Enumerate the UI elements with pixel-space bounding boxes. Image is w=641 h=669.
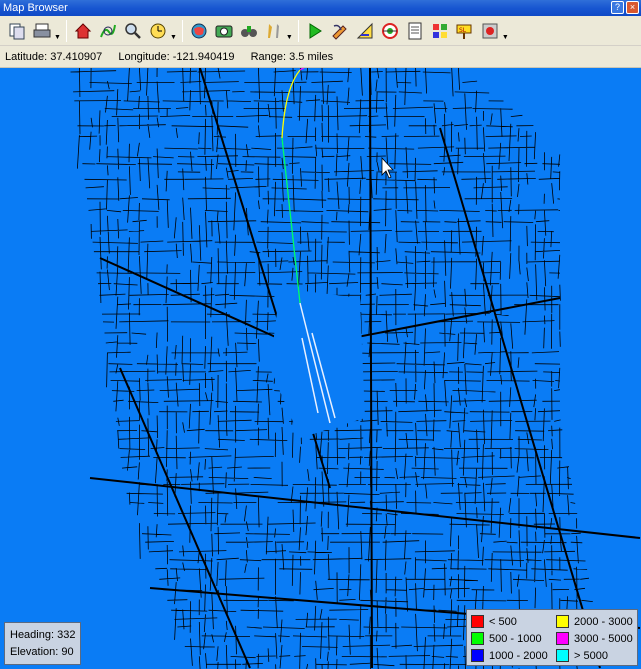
notepad-button[interactable] — [404, 20, 426, 42]
pencil-path-icon — [332, 24, 347, 40]
pencil-path-button[interactable] — [329, 20, 351, 42]
major-road — [369, 68, 373, 669]
dropdown-arrow-icon[interactable]: ▼ — [170, 34, 177, 45]
map-view[interactable] — [0, 68, 641, 669]
play-icon — [309, 22, 322, 39]
toolbar-separator — [297, 19, 299, 42]
legend-swatch — [556, 632, 569, 645]
dropdown-arrow-icon[interactable]: ▼ — [286, 34, 293, 45]
camera-button[interactable] — [213, 20, 235, 42]
legend-label: < 500 — [489, 615, 517, 628]
elevation-readout: Elevation: 90 — [10, 646, 74, 658]
legend-swatch — [556, 649, 569, 662]
legend-label: 500 - 1000 — [489, 632, 542, 645]
tools-icon — [267, 23, 279, 38]
heading-readout: Heading: 332 — [10, 629, 76, 641]
toolbar-separator — [65, 19, 67, 42]
legend-label: 2000 - 3000 — [574, 615, 633, 628]
binoculars-button[interactable] — [238, 20, 260, 42]
legend-item: 500 - 1000 — [471, 630, 553, 647]
legend-item: 2000 - 3000 — [556, 613, 638, 630]
svg-text:SL: SL — [459, 27, 467, 34]
coordinate-readout: Latitude: 37.410907 Longitude: -121.9404… — [0, 46, 641, 68]
toolbar-separator — [181, 19, 183, 42]
airport-area — [270, 288, 365, 438]
toolbar: ▼ ▼ ▼ SL ▼ — [0, 16, 641, 46]
tools-button[interactable] — [263, 20, 285, 42]
clock-button[interactable] — [147, 20, 169, 42]
legend-swatch — [471, 649, 484, 662]
flight-path — [281, 69, 301, 139]
legend-item: 1000 - 2000 — [471, 647, 553, 664]
print-button[interactable] — [31, 20, 53, 42]
range-readout: Range: 3.5 miles — [250, 51, 334, 63]
target-icon — [381, 22, 398, 39]
major-road — [119, 367, 251, 669]
sign-button[interactable]: SL — [454, 20, 476, 42]
legend-swatch — [556, 615, 569, 628]
play-button[interactable] — [304, 20, 326, 42]
major-road — [439, 127, 601, 669]
grid-palette-button[interactable] — [429, 20, 451, 42]
title-bar[interactable]: Map Browser ? × — [0, 0, 641, 16]
home-button[interactable] — [72, 20, 94, 42]
latitude-readout: Latitude: 37.410907 — [5, 51, 103, 63]
heading-elevation-panel: Heading: 332 Elevation: 90 — [4, 622, 81, 665]
window-title: Map Browser — [3, 2, 68, 14]
record-button[interactable] — [479, 20, 501, 42]
print-icon — [33, 23, 51, 37]
legend-label: 1000 - 2000 — [489, 649, 548, 662]
legend-label: > 5000 — [574, 649, 608, 662]
clock-icon — [150, 23, 166, 38]
home-icon — [74, 22, 92, 38]
dropdown-arrow-icon[interactable]: ▼ — [54, 34, 61, 45]
copy-pages-button[interactable] — [6, 20, 28, 42]
globe-icon — [191, 23, 207, 38]
route-icon — [99, 24, 116, 37]
target-button[interactable] — [379, 20, 401, 42]
road-network — [70, 68, 641, 669]
magnifier-icon — [125, 22, 141, 39]
sign-icon: SL — [456, 24, 472, 39]
help-button[interactable]: ? — [611, 1, 624, 14]
legend-swatch — [471, 632, 484, 645]
ruler-button[interactable] — [354, 20, 376, 42]
dropdown-arrow-icon[interactable]: ▼ — [502, 34, 509, 45]
magnifier-button[interactable] — [122, 20, 144, 42]
elevation-legend: < 500 2000 - 3000 500 - 1000 3000 - 5000 100… — [466, 609, 638, 666]
camera-icon — [215, 25, 233, 37]
route-button[interactable] — [97, 20, 119, 42]
grid-palette-icon — [432, 23, 447, 38]
flight-path — [299, 68, 305, 71]
copy-pages-icon — [9, 23, 25, 39]
legend-label: 3000 - 5000 — [574, 632, 633, 645]
record-icon — [482, 23, 498, 38]
notepad-icon — [408, 22, 422, 39]
legend-item: > 5000 — [556, 647, 638, 664]
legend-item: < 500 — [471, 613, 553, 630]
globe-button[interactable] — [188, 20, 210, 42]
legend-item: 3000 - 5000 — [556, 630, 638, 647]
longitude-readout: Longitude: -121.940419 — [118, 51, 235, 63]
close-button[interactable]: × — [626, 1, 639, 14]
binoculars-icon — [240, 25, 257, 37]
ruler-icon — [356, 22, 373, 38]
legend-swatch — [471, 615, 484, 628]
